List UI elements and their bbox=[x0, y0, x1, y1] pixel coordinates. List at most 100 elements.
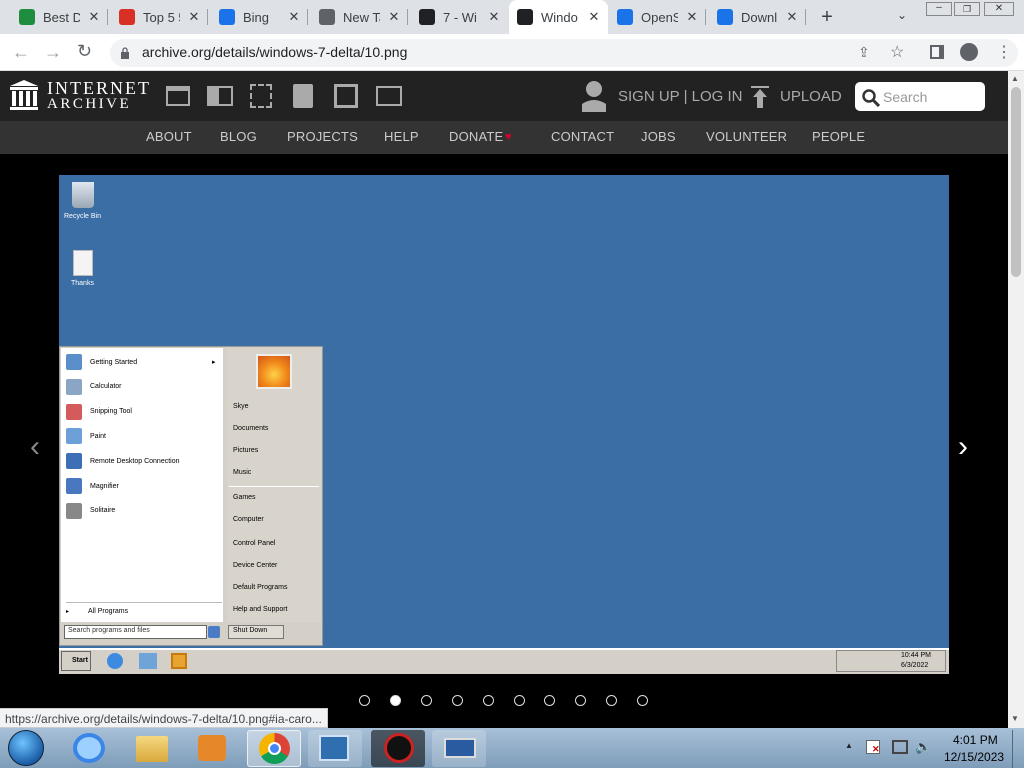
carousel-dot[interactable] bbox=[389, 695, 401, 706]
upload-link[interactable]: UPLOAD bbox=[780, 88, 842, 105]
reload-icon[interactable]: ↻ bbox=[77, 41, 97, 61]
user-picture bbox=[256, 354, 292, 389]
tab-title: Windo bbox=[541, 9, 578, 25]
close-window-button[interactable]: ✕ bbox=[984, 2, 1014, 16]
new-tab-button[interactable]: + bbox=[817, 7, 837, 27]
carousel-dot[interactable] bbox=[359, 695, 370, 706]
nav-blog[interactable]: BLOG bbox=[220, 129, 257, 144]
tab-3[interactable]: Bing ✕ bbox=[211, 4, 308, 30]
web-media-icon[interactable] bbox=[166, 86, 190, 106]
inner-start-label: Start bbox=[72, 657, 88, 664]
windows-start-orb-icon[interactable] bbox=[8, 730, 44, 766]
carousel-dot[interactable] bbox=[420, 695, 432, 706]
nav-donate[interactable]: DONATE bbox=[449, 129, 503, 144]
audio-media-icon[interactable] bbox=[293, 84, 313, 108]
start-program-item: Snipping Tool bbox=[66, 403, 132, 420]
inner-explorer-icon bbox=[139, 653, 157, 669]
tab-close-icon[interactable]: ✕ bbox=[586, 9, 602, 25]
show-desktop-button[interactable] bbox=[1012, 730, 1024, 768]
thanks-label: Thanks bbox=[71, 280, 94, 287]
tab-favicon-icon bbox=[319, 9, 335, 25]
file-icon bbox=[73, 250, 93, 276]
bookmark-star-icon[interactable]: ☆ bbox=[890, 42, 906, 61]
carousel-dot[interactable] bbox=[513, 695, 525, 706]
tab-close-icon[interactable]: ✕ bbox=[386, 9, 402, 25]
tab-7[interactable]: OpenS ✕ bbox=[609, 4, 706, 30]
recorder-icon[interactable] bbox=[384, 733, 414, 763]
program-icon bbox=[66, 403, 82, 420]
taskbar-clock-time[interactable]: 4:01 PM bbox=[953, 733, 998, 747]
start-place-item: Skye bbox=[233, 403, 249, 410]
tab-title: 7 - Wi bbox=[443, 9, 477, 25]
user-icon[interactable] bbox=[581, 80, 607, 112]
url-text[interactable]: archive.org/details/windows-7-delta/10.p… bbox=[142, 44, 407, 60]
program-label: Remote Desktop Connection bbox=[90, 457, 180, 465]
nav-volunteer[interactable]: VOLUNTEER bbox=[706, 129, 787, 144]
scroll-down-arrow-icon[interactable]: ▼ bbox=[1011, 714, 1019, 723]
tab-close-icon[interactable]: ✕ bbox=[486, 9, 502, 25]
nav-projects[interactable]: PROJECTS bbox=[287, 129, 358, 144]
ia-logo-text-line2[interactable]: ARCHIVE bbox=[47, 96, 131, 113]
tab-8[interactable]: Downl ✕ bbox=[709, 4, 806, 30]
nav-help[interactable]: HELP bbox=[384, 129, 419, 144]
tab-2[interactable]: Top 5 5 ✕ bbox=[111, 4, 208, 30]
minimize-button[interactable]: – bbox=[926, 2, 952, 16]
carousel-dot[interactable] bbox=[482, 695, 494, 706]
nav-people[interactable]: PEOPLE bbox=[812, 129, 865, 144]
menu-dots-icon[interactable]: ⋮ bbox=[996, 42, 1012, 62]
start-place-item: Default Programs bbox=[233, 584, 288, 591]
tab-close-icon[interactable]: ✕ bbox=[186, 9, 202, 25]
scrollbar-thumb[interactable] bbox=[1011, 87, 1021, 277]
tab-5[interactable]: 7 - Wi ✕ bbox=[411, 4, 508, 30]
search-icon[interactable] bbox=[862, 89, 881, 108]
control-panel-icon[interactable] bbox=[319, 735, 349, 761]
media-player-taskbar-icon[interactable] bbox=[198, 735, 226, 761]
tab-close-icon[interactable]: ✕ bbox=[86, 9, 102, 25]
tab-favicon-icon bbox=[19, 9, 35, 25]
ia-logo-icon[interactable] bbox=[10, 80, 38, 110]
restore-button[interactable]: ❐ bbox=[954, 2, 980, 16]
tab-6[interactable]: Windo ✕ bbox=[509, 0, 608, 34]
taskbar-clock-date[interactable]: 12/15/2023 bbox=[944, 750, 1004, 764]
start-place-item: Music bbox=[233, 469, 252, 476]
tab-list-chevron-icon[interactable]: ⌄ bbox=[897, 8, 913, 24]
signup-login-link[interactable]: SIGN UP | LOG IN bbox=[618, 88, 742, 105]
tab-close-icon[interactable]: ✕ bbox=[684, 9, 700, 25]
lock-icon[interactable] bbox=[120, 46, 130, 59]
software-media-icon[interactable] bbox=[334, 84, 358, 108]
tab-1[interactable]: Best Di ✕ bbox=[11, 4, 108, 30]
tab-4[interactable]: New Ta ✕ bbox=[311, 4, 408, 30]
volume-icon[interactable]: 🔈 bbox=[915, 739, 931, 755]
upload-icon[interactable] bbox=[751, 86, 769, 108]
video-media-icon[interactable] bbox=[250, 84, 272, 108]
back-arrow-icon[interactable]: ← bbox=[12, 42, 32, 62]
chrome-icon[interactable] bbox=[259, 733, 290, 764]
tab-favicon-icon bbox=[119, 9, 135, 25]
tab-close-icon[interactable]: ✕ bbox=[784, 9, 800, 25]
start-menu-divider bbox=[66, 602, 222, 603]
keyboard-icon[interactable] bbox=[444, 738, 476, 758]
tab-close-icon[interactable]: ✕ bbox=[286, 9, 302, 25]
explorer-taskbar-icon[interactable] bbox=[136, 736, 168, 762]
program-icon bbox=[66, 502, 82, 519]
tab-title: Bing bbox=[243, 9, 270, 25]
network-icon[interactable] bbox=[892, 740, 908, 754]
side-panel-icon[interactable] bbox=[930, 45, 944, 59]
nav-contact[interactable]: CONTACT bbox=[551, 129, 614, 144]
profile-avatar[interactable] bbox=[960, 43, 978, 61]
carousel-dot[interactable] bbox=[451, 695, 463, 706]
texts-media-icon[interactable] bbox=[207, 86, 233, 106]
images-media-icon[interactable] bbox=[376, 86, 402, 106]
tray-expand-icon[interactable]: ▲ bbox=[845, 741, 853, 750]
scroll-up-arrow-icon[interactable]: ▲ bbox=[1011, 74, 1019, 83]
prev-arrow-icon[interactable]: ‹ bbox=[30, 430, 40, 464]
forward-arrow-icon[interactable]: → bbox=[44, 42, 64, 62]
next-arrow-icon[interactable]: › bbox=[958, 430, 968, 464]
ie-taskbar-icon[interactable] bbox=[73, 733, 105, 763]
nav-jobs[interactable]: JOBS bbox=[641, 129, 676, 144]
action-center-icon[interactable]: ✕ bbox=[866, 740, 880, 754]
nav-about[interactable]: ABOUT bbox=[146, 129, 192, 144]
tab-title: Downl bbox=[741, 9, 778, 25]
ia-search-input[interactable]: Search bbox=[883, 89, 927, 105]
share-icon[interactable]: ⇪ bbox=[858, 44, 874, 60]
